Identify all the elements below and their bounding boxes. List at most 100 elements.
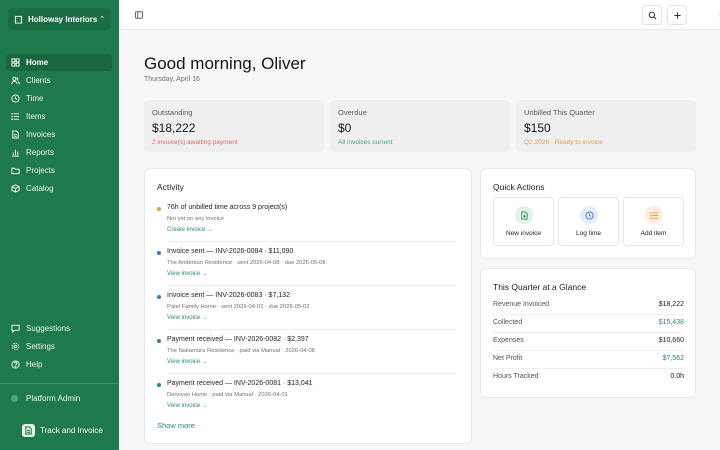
sidebar-item-label: Reports: [26, 148, 55, 157]
list-icon: [11, 112, 20, 121]
sidebar-item-label: Invoices: [26, 130, 56, 139]
activity-item-link[interactable]: Create invoice →: [167, 227, 213, 233]
glance-row: Revenue Invoiced $18,222: [493, 301, 684, 319]
stat-label: Overdue: [338, 108, 367, 117]
sidebar: Holloway Interiors ⌃ Home Clients Time I…: [0, 0, 119, 450]
sidebar-item-projects[interactable]: Projects: [6, 162, 112, 179]
stat-label: Unbilled This Quarter: [524, 108, 595, 117]
sidebar-item-label: Home: [26, 58, 49, 67]
stat-subtext: 2 invoice(s) awaiting payment: [152, 139, 238, 146]
activity-item-title: Invoice sent — INV-2026-0083 · $7,132: [167, 292, 290, 299]
divider: [167, 373, 457, 374]
users-icon: [11, 76, 20, 85]
stat-value: $18,222: [152, 121, 196, 135]
sidebar-nav: Home Clients Time Items Invoices Reports…: [6, 54, 112, 198]
org-switcher[interactable]: Holloway Interiors ⌃: [8, 8, 111, 30]
sidebar-item-label: Projects: [26, 166, 55, 175]
status-dot: [157, 383, 161, 387]
sidebar-item-time[interactable]: Time: [6, 90, 112, 107]
platform-admin-link[interactable]: Platform Admin: [11, 394, 80, 403]
stat-label: Outstanding: [152, 108, 193, 117]
sidebar-item-settings[interactable]: Settings: [6, 338, 112, 355]
status-dot: [157, 207, 161, 211]
status-dot: [157, 251, 161, 255]
show-more-link[interactable]: Show more: [157, 421, 195, 430]
folder-icon: [11, 167, 20, 175]
log-time-button[interactable]: Log time: [558, 197, 619, 246]
divider: [167, 285, 457, 286]
message-square-icon: [11, 324, 20, 333]
add-item-button[interactable]: Add item: [623, 197, 684, 246]
activity-item-link[interactable]: View invoice →: [167, 315, 208, 321]
glance-label: Collected: [493, 319, 523, 326]
plus-icon: [673, 11, 681, 19]
status-dot: [157, 295, 161, 299]
page-title: Good morning, Oliver: [144, 54, 306, 73]
sidebar-item-label: Catalog: [26, 184, 54, 193]
stat-value: $150: [524, 121, 551, 135]
glance-value: $18,222: [658, 301, 684, 308]
sidebar-item-suggestions[interactable]: Suggestions: [6, 320, 112, 337]
activity-item-link[interactable]: View invoice →: [167, 403, 208, 409]
package-icon: [11, 184, 20, 193]
activity-item-detail: The Anderson Residence · sent 2026-04-08…: [167, 260, 326, 266]
new-invoice-button[interactable]: New invoice: [493, 197, 554, 246]
glance-label: Hours Tracked: [493, 373, 539, 380]
quick-action-label: Add item: [640, 230, 667, 237]
activity-item-link[interactable]: View invoice →: [167, 271, 208, 277]
create-button[interactable]: [667, 5, 687, 25]
clock-icon: [11, 94, 20, 103]
sidebar-item-label: Settings: [26, 342, 55, 351]
sidebar-item-invoices[interactable]: Invoices: [6, 126, 112, 143]
sidebar-item-catalog[interactable]: Catalog: [6, 180, 112, 197]
grid-icon: [11, 58, 20, 67]
sidebar-item-items[interactable]: Items: [6, 108, 112, 125]
sidebar-item-label: Items: [26, 112, 46, 121]
quarter-glance-card: This Quarter at a Glance Revenue Invoice…: [480, 268, 696, 398]
sidebar-item-clients[interactable]: Clients: [6, 72, 112, 89]
sidebar-secondary-nav: Suggestions Settings Help: [6, 320, 112, 374]
glance-row: Expenses $10,660: [493, 337, 684, 355]
divider: [493, 350, 684, 351]
sidebar-item-home[interactable]: Home: [6, 54, 112, 71]
activity-item-title: Payment received — INV-2026-0081 · $13,0…: [167, 380, 313, 387]
gear-icon: [11, 342, 20, 351]
app-logo-icon: [22, 424, 35, 437]
glance-row: Hours Tracked 0.0h: [493, 373, 684, 391]
sidebar-item-help[interactable]: Help: [6, 356, 112, 373]
sidebar-item-reports[interactable]: Reports: [6, 144, 112, 161]
quick-actions-card: Quick Actions New invoice Log time Add i…: [480, 168, 696, 259]
status-dot: [157, 339, 161, 343]
activity-item-detail: Not yet on any invoice: [167, 216, 225, 222]
sidebar-item-label: Time: [26, 94, 44, 103]
divider: [493, 314, 684, 315]
stat-value: $0: [338, 121, 352, 135]
divider: [493, 332, 684, 333]
chevron-up-down-icon: ⌃: [99, 16, 105, 23]
stat-unbilled: Unbilled This Quarter $150 Q2 2026 · Rea…: [516, 100, 696, 152]
activity-item-link[interactable]: View invoice →: [167, 359, 208, 365]
glance-title: This Quarter at a Glance: [493, 282, 587, 292]
search-icon: [648, 11, 656, 19]
file-text-icon: [12, 130, 19, 139]
divider: [493, 368, 684, 369]
sidebar-item-label: Help: [26, 360, 43, 369]
activity-item-detail: The Nakamura Residence · paid via Manual…: [167, 348, 315, 354]
quick-action-label: Log time: [576, 230, 601, 237]
page-date: Thursday, April 16: [144, 76, 200, 83]
glance-row: Collected $15,438: [493, 319, 684, 337]
quick-actions-title: Quick Actions: [493, 182, 545, 192]
top-bar: OH: [119, 0, 720, 30]
sidebar-divider: [0, 383, 119, 384]
activity-item-detail: Patel Family Home · sent 2026-04-02 · du…: [167, 304, 310, 310]
sidebar-toggle-icon[interactable]: [135, 11, 143, 19]
file-plus-icon: [515, 206, 533, 224]
list-icon: [645, 206, 663, 224]
sidebar-item-label: Clients: [26, 76, 51, 85]
glance-label: Expenses: [493, 337, 524, 344]
quick-action-label: New invoice: [505, 230, 542, 237]
divider: [167, 329, 457, 330]
stat-subtext: Q2 2026 · Ready to invoice: [524, 139, 603, 146]
platform-admin-label: Platform Admin: [26, 394, 81, 403]
search-button[interactable]: [642, 5, 662, 25]
